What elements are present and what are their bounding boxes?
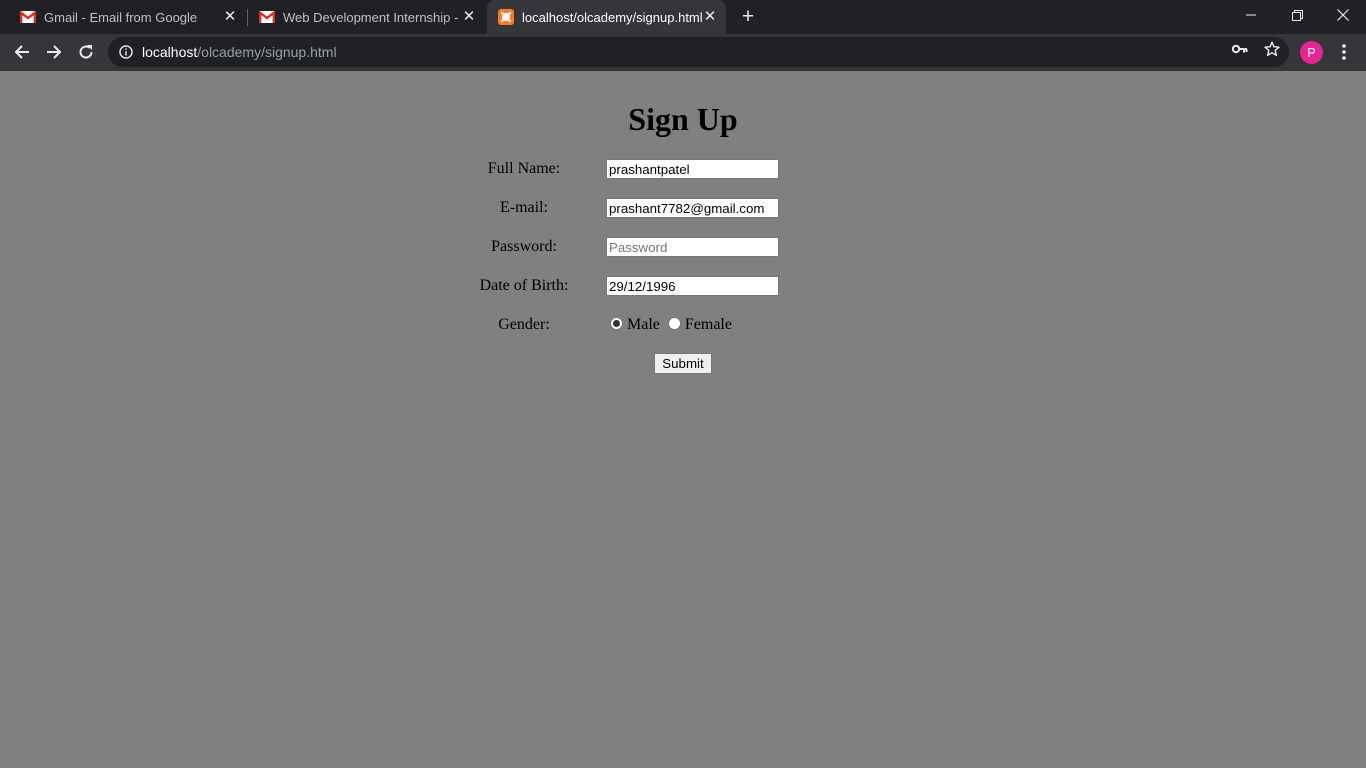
- full-name-label: Full Name:: [487, 160, 561, 177]
- password-input[interactable]: [606, 237, 779, 257]
- minimize-icon[interactable]: [1228, 0, 1274, 30]
- gmail-icon: [259, 9, 275, 25]
- close-tab-icon[interactable]: ✕: [702, 9, 718, 25]
- address-bar[interactable]: localhost/olcademy/signup.html: [108, 37, 1289, 67]
- gmail-icon: [20, 9, 36, 25]
- page-content: Sign Up Full Name: E-mail: Password: Dat…: [0, 71, 1366, 768]
- full-name-input[interactable]: [606, 159, 779, 179]
- gender-radio-group: Male Female: [610, 314, 740, 336]
- gender-female-label[interactable]: Female: [685, 314, 732, 336]
- restore-icon[interactable]: [1274, 0, 1320, 30]
- radio-selected-dot: [613, 320, 620, 327]
- password-row: Password:: [0, 236, 1366, 258]
- more-vert-icon[interactable]: [1334, 40, 1354, 64]
- url-path: /olcademy/signup.html: [197, 44, 337, 60]
- new-tab-button[interactable]: +: [738, 6, 758, 28]
- gender-label: Gender:: [498, 316, 550, 333]
- tab-strip: Gmail - Email from Google ✕ Web Developm…: [0, 0, 1366, 34]
- gender-row: Gender: Male Female: [0, 314, 1366, 336]
- tab-signup[interactable]: localhost/olcademy/signup.html ✕: [487, 0, 726, 34]
- profile-avatar[interactable]: P: [1300, 41, 1323, 64]
- email-label: E-mail:: [500, 199, 548, 216]
- star-icon[interactable]: [1264, 41, 1280, 57]
- email-row: E-mail:: [0, 197, 1366, 219]
- url-host: localhost: [142, 44, 198, 60]
- window-close-icon[interactable]: [1320, 0, 1366, 30]
- browser-toolbar: localhost/olcademy/signup.html P: [0, 34, 1366, 71]
- gender-female-radio[interactable]: [667, 317, 681, 330]
- tab-divider: [247, 9, 248, 26]
- dob-label: Date of Birth:: [479, 277, 569, 294]
- info-icon[interactable]: [118, 44, 134, 60]
- gender-male-label[interactable]: Male: [627, 314, 660, 336]
- submit-button[interactable]: Submit: [654, 353, 712, 374]
- dob-input[interactable]: [606, 276, 779, 296]
- tab-title: Web Development Internship - p: [283, 9, 461, 25]
- password-label: Password:: [491, 238, 557, 255]
- url-text: localhost/olcademy/signup.html: [142, 44, 337, 60]
- close-tab-icon[interactable]: ✕: [222, 9, 238, 25]
- xampp-icon: [498, 9, 514, 25]
- full-name-row: Full Name:: [0, 158, 1366, 180]
- email-input[interactable]: [606, 198, 779, 218]
- key-icon[interactable]: [1232, 41, 1248, 57]
- reload-icon[interactable]: [72, 38, 100, 66]
- tab-title: localhost/olcademy/signup.html: [522, 9, 702, 25]
- tab-title: Gmail - Email from Google: [44, 9, 198, 25]
- tab-gmail[interactable]: Gmail - Email from Google ✕: [10, 0, 246, 34]
- gender-male-radio[interactable]: [610, 317, 623, 330]
- back-arrow-icon[interactable]: [8, 38, 36, 66]
- dob-row: Date of Birth:: [0, 275, 1366, 297]
- forward-arrow-icon[interactable]: [40, 38, 68, 66]
- page-title: Sign Up: [628, 101, 738, 137]
- tab-web-development-internship[interactable]: Web Development Internship - p ✕: [249, 0, 485, 34]
- close-tab-icon[interactable]: ✕: [461, 9, 477, 25]
